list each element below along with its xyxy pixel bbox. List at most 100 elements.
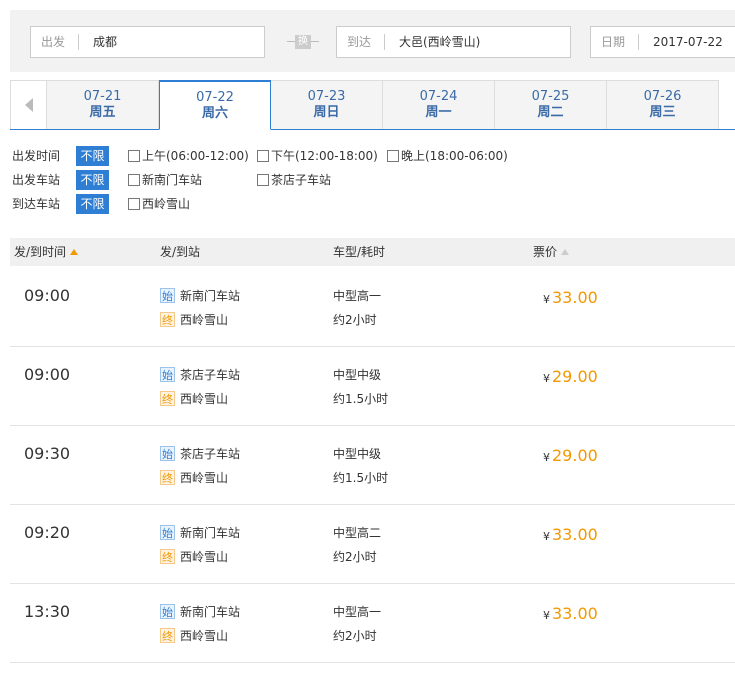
depart-time: 09:20 [24,523,71,542]
start-icon: 始 [160,446,175,461]
prev-dates-button[interactable] [10,80,47,129]
sort-arrow-up-icon [561,248,570,255]
currency: ¥ [543,451,550,464]
date-field[interactable]: 日期 2017-07-22 [590,26,735,58]
date-tab[interactable]: 07-24 周一 [383,80,495,129]
date-tab-date: 07-24 [419,89,458,104]
unlimited-button[interactable]: 不限 [76,170,109,190]
bus-type: 中型高二 [333,526,382,540]
from-input[interactable]: 成都 [93,27,117,57]
checkbox[interactable] [387,150,399,162]
table-header: 发/到时间 发/到站 车型/耗时 票价 [10,238,735,266]
date-tab[interactable]: 07-23 周日 [271,80,383,129]
from-station: 始茶店子车站 [160,366,240,384]
from-station-name: 新南门车站 [180,526,241,540]
to-label: 到达 [347,35,372,49]
date-tab-weekday: 周日 [313,105,340,120]
date-tab-weekday: 周三 [649,105,676,120]
header-station: 发/到站 [160,245,201,259]
from-label: 出发 [41,35,66,49]
date-tab-weekday: 周六 [201,106,228,121]
price-value: 33.00 [552,288,598,307]
sort-arrow-up-icon [70,248,79,255]
currency: ¥ [543,530,550,543]
checkbox[interactable] [128,198,140,210]
price: ¥29.00 [543,367,598,386]
to-station: 终西岭雪山 [160,469,228,487]
start-icon: 始 [160,525,175,540]
date-tab-weekday: 周五 [89,105,116,120]
price: ¥33.00 [543,288,598,307]
option-label: 上午(06:00-12:00) [142,149,249,163]
sort-by-time[interactable]: 发/到时间 [14,238,79,266]
date-tab-date: 07-26 [643,89,682,104]
end-icon: 终 [160,470,175,485]
end-icon: 终 [160,549,175,564]
from-field[interactable]: 出发 成都 [30,26,265,58]
checkbox[interactable] [257,150,269,162]
table-row[interactable]: 09:00 始茶店子车站 终西岭雪山 中型中级 约1.5小时 ¥29.00 [10,347,735,426]
duration: 约2小时 [333,313,377,327]
end-icon: 终 [160,391,175,406]
price-value: 29.00 [552,367,598,386]
from-station: 始新南门车站 [160,603,240,621]
depart-time: 13:30 [24,602,71,621]
unlimited-button[interactable]: 不限 [76,194,109,214]
to-station-name: 西岭雪山 [180,471,229,485]
table-row[interactable]: 09:20 始新南门车站 终西岭雪山 中型高二 约2小时 ¥33.00 [10,505,735,584]
from-station-name: 新南门车站 [180,289,241,303]
swap-button[interactable]: 换 [285,33,321,51]
date-tab[interactable]: 07-21 周五 [47,80,159,129]
depart-time: 09:30 [24,444,71,463]
from-station: 始新南门车站 [160,524,240,542]
end-icon: 终 [160,312,175,327]
checkbox[interactable] [128,150,140,162]
checkbox[interactable] [257,174,269,186]
option-label: 新南门车站 [142,173,203,187]
date-tab-active[interactable]: 07-22 周六 [159,80,271,130]
sort-by-price[interactable]: 票价 [533,238,570,266]
currency: ¥ [543,372,550,385]
date-label: 日期 [601,35,626,49]
bus-type: 中型高一 [333,289,382,303]
filter-label: 出发时间 [12,149,61,163]
search-bar: 出发 成都 换 到达 大邑(西岭雪山) 日期 2017-07-22 [10,10,735,72]
date-tab-date: 07-25 [531,89,570,104]
from-station: 始新南门车站 [160,287,240,305]
to-input[interactable]: 大邑(西岭雪山) [399,27,480,57]
currency: ¥ [543,293,550,306]
header-type: 车型/耗时 [333,245,386,259]
date-tab[interactable]: 07-25 周二 [495,80,607,129]
price: ¥29.00 [543,446,598,465]
table-row[interactable]: 09:00 始新南门车站 终西岭雪山 中型高一 约2小时 ¥33.00 [10,268,735,347]
table-row[interactable]: 13:30 始新南门车站 终西岭雪山 中型高一 约2小时 ¥33.00 [10,584,735,663]
to-separator [384,34,385,50]
price: ¥33.00 [543,604,598,623]
header-time: 发/到时间 [14,245,67,259]
option-label: 茶店子车站 [271,173,332,187]
from-station: 始茶店子车站 [160,445,240,463]
from-station-name: 茶店子车站 [180,447,241,461]
checkbox[interactable] [128,174,140,186]
swap-icon: 换 [295,35,311,49]
unlimited-button[interactable]: 不限 [76,146,109,166]
from-station-name: 新南门车站 [180,605,241,619]
to-field[interactable]: 到达 大邑(西岭雪山) [336,26,571,58]
table-row[interactable]: 09:30 始茶店子车站 终西岭雪山 中型中级 约1.5小时 ¥29.00 [10,426,735,505]
to-station: 终西岭雪山 [160,311,228,329]
date-tab[interactable]: 07-26 周三 [607,80,719,129]
date-input[interactable]: 2017-07-22 [653,27,723,57]
duration: 约1.5小时 [333,471,389,485]
to-station: 终西岭雪山 [160,548,228,566]
duration: 约2小时 [333,550,377,564]
to-station-name: 西岭雪山 [180,313,229,327]
to-station-name: 西岭雪山 [180,550,229,564]
from-separator [78,34,79,50]
date-tab-date: 07-23 [307,89,346,104]
date-tab-weekday: 周一 [425,105,452,120]
to-station: 终西岭雪山 [160,627,228,645]
bus-type: 中型中级 [333,447,382,461]
filter-depart-station: 出发车站 不限 新南门车站 茶店子车站 [10,170,735,190]
to-station-name: 西岭雪山 [180,629,229,643]
option-label: 西岭雪山 [142,197,191,211]
